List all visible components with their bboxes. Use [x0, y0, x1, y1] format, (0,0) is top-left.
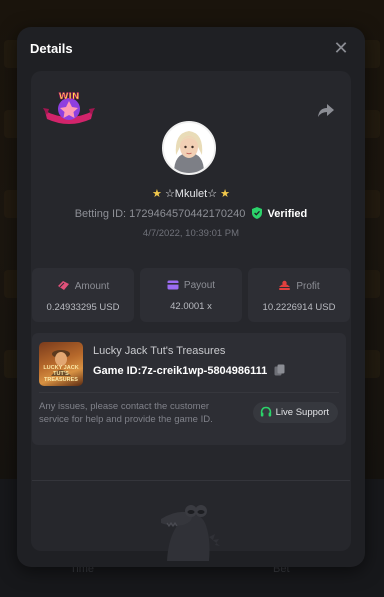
modal-title: Details: [30, 41, 73, 56]
star-icon: ★: [152, 188, 162, 200]
close-icon[interactable]: ✕: [331, 38, 351, 58]
avatar: [162, 121, 216, 175]
game-id-label: Game ID:: [93, 365, 142, 377]
username-row: ★ ☆Mkulet☆ ★: [31, 187, 351, 200]
verified-label: Verified: [267, 208, 308, 220]
amount-icon: [57, 281, 69, 290]
modal-header: Details ✕: [17, 27, 365, 71]
game-thumbnail-text: LUCKY JACK TUT'S TREASURES: [43, 365, 79, 383]
payout-value: 42.0001 x: [170, 301, 212, 312]
payout-label: Payout: [183, 280, 216, 291]
live-support-button[interactable]: Live Support: [252, 402, 338, 423]
win-badge-text: WIN: [59, 92, 80, 102]
profit-icon: [279, 280, 291, 290]
divider: [32, 480, 350, 481]
amount-card: Amount 0.24933295 USD: [32, 268, 134, 322]
crocodile-mascot-icon: [161, 505, 220, 561]
profit-label: Profit: [296, 281, 320, 292]
divider: [39, 392, 339, 393]
game-thumbnail[interactable]: LUCKY JACK TUT'S TREASURES: [39, 342, 83, 386]
game-id-row: Game ID:7z-creik1wp-5804986111: [93, 364, 285, 377]
details-modal: Details ✕ WIN ★ ☆Mkulet☆ ★ Betting ID: 1…: [17, 27, 365, 567]
payout-card: Payout 42.0001 x: [140, 268, 242, 322]
verified-shield-icon: [252, 207, 263, 219]
betting-id-row: Betting ID: 1729464570442170240 Verified: [31, 207, 351, 220]
amount-label: Amount: [74, 281, 110, 292]
payout-label-row: Payout: [140, 280, 242, 291]
game-name[interactable]: Lucky Jack Tut's Treasures: [93, 345, 225, 357]
win-badge-icon: WIN: [43, 92, 95, 124]
amount-value: 0.24933295 USD: [46, 302, 120, 313]
star-icon: ★: [220, 188, 230, 200]
payout-icon: [167, 280, 179, 290]
live-support-label: Live Support: [275, 407, 329, 418]
profit-card: Profit 10.2226914 USD: [248, 268, 350, 322]
bet-details-panel: WIN ★ ☆Mkulet☆ ★ Betting ID: 17294645704…: [31, 71, 351, 551]
betting-id-label: Betting ID:: [74, 208, 127, 220]
profit-value: 10.2226914 USD: [262, 302, 336, 313]
game-id-value: 7z-creik1wp-5804986111: [141, 365, 268, 377]
headset-icon: [260, 406, 271, 417]
game-card: LUCKY JACK TUT'S TREASURES Lucky Jack Tu…: [32, 333, 346, 445]
share-icon[interactable]: [315, 99, 337, 121]
betting-id-value: 1729464570442170240: [129, 208, 246, 220]
profit-label-row: Profit: [248, 280, 350, 292]
bet-date: 4/7/2022, 10:39:01 PM: [142, 228, 240, 239]
avatar-image: [164, 123, 214, 173]
copy-icon[interactable]: [274, 364, 285, 376]
support-message: Any issues, please contact the customer …: [39, 401, 213, 425]
username: ☆Mkulet☆: [164, 188, 218, 200]
amount-label-row: Amount: [32, 280, 134, 292]
